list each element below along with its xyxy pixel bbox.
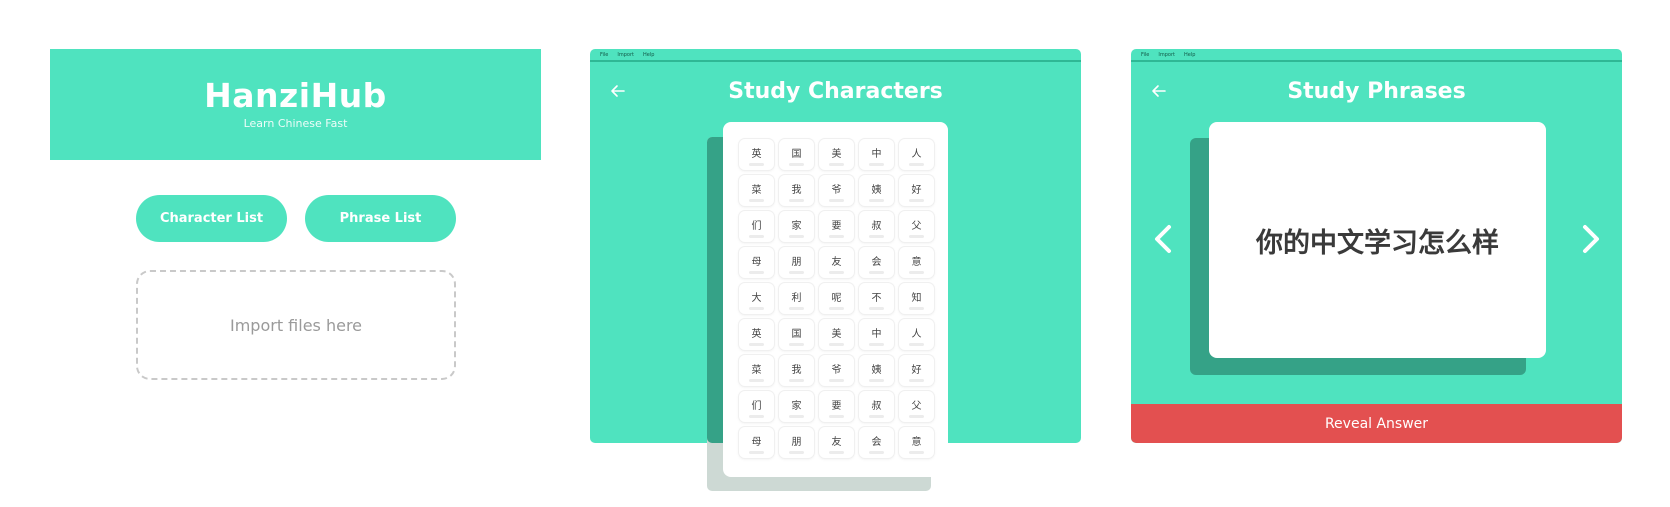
character-tile[interactable]: 会	[859, 427, 894, 458]
character-tile[interactable]: 叔	[859, 391, 894, 422]
character-tile[interactable]: 会	[859, 247, 894, 278]
study-characters-window: File Import Help Study Characters 英国美中人菜…	[590, 49, 1081, 491]
page-title: Study Characters	[728, 79, 943, 104]
import-dropzone[interactable]: Import files here	[136, 270, 456, 380]
character-tile[interactable]: 意	[899, 427, 934, 458]
page-title: Study Phrases	[1287, 79, 1466, 104]
character-tile[interactable]: 美	[819, 319, 854, 350]
chevron-left-icon[interactable]	[1151, 221, 1175, 257]
character-tile[interactable]: 不	[859, 283, 894, 314]
phrase-list-button[interactable]: Phrase List	[305, 195, 456, 242]
character-tile[interactable]: 友	[819, 427, 854, 458]
character-tile[interactable]: 菜	[739, 355, 774, 386]
character-tile[interactable]: 姨	[859, 355, 894, 386]
character-tile[interactable]: 利	[779, 283, 814, 314]
character-tile[interactable]: 家	[779, 391, 814, 422]
menubar: File Import Help	[590, 49, 1081, 62]
character-tile[interactable]: 中	[859, 139, 894, 170]
phrase-text: 你的中文学习怎么样	[1256, 227, 1499, 259]
character-tile[interactable]: 意	[899, 247, 934, 278]
character-tile[interactable]: 父	[899, 211, 934, 242]
character-tile[interactable]: 好	[899, 175, 934, 206]
character-tile[interactable]: 国	[779, 139, 814, 170]
chevron-right-icon[interactable]	[1579, 221, 1603, 257]
character-tile[interactable]: 我	[779, 355, 814, 386]
character-tile[interactable]: 要	[819, 211, 854, 242]
app-subtitle: Learn Chinese Fast	[243, 117, 348, 130]
character-tile[interactable]: 朋	[779, 247, 814, 278]
character-tile[interactable]: 中	[859, 319, 894, 350]
character-tile[interactable]: 母	[739, 247, 774, 278]
character-tile[interactable]: 们	[739, 391, 774, 422]
character-tile[interactable]: 英	[739, 139, 774, 170]
character-tile[interactable]: 人	[899, 139, 934, 170]
menu-import[interactable]: Import	[617, 52, 634, 58]
home-header: HanziHub Learn Chinese Fast	[50, 49, 541, 160]
character-tile[interactable]: 爷	[819, 175, 854, 206]
character-tile[interactable]: 姨	[859, 175, 894, 206]
character-tile[interactable]: 友	[819, 247, 854, 278]
character-tile[interactable]: 家	[779, 211, 814, 242]
character-tile[interactable]: 母	[739, 427, 774, 458]
menu-help[interactable]: Help	[643, 52, 654, 58]
menubar: File Import Help	[1131, 49, 1622, 62]
character-tile[interactable]: 美	[819, 139, 854, 170]
character-tile[interactable]: 知	[899, 283, 934, 314]
character-grid: 英国美中人菜我爷姨好们家要叔父母朋友会意大利呢不知英国美中人菜我爷姨好们家要叔父…	[723, 122, 948, 477]
character-tile[interactable]: 英	[739, 319, 774, 350]
character-tile[interactable]: 呢	[819, 283, 854, 314]
character-tile[interactable]: 菜	[739, 175, 774, 206]
character-tile[interactable]: 要	[819, 391, 854, 422]
menu-import[interactable]: Import	[1158, 52, 1175, 58]
character-list-button[interactable]: Character List	[136, 195, 287, 242]
study-phrases-window: File Import Help Study Phrases 你的中文学习怎么样…	[1131, 49, 1622, 443]
character-tile[interactable]: 爷	[819, 355, 854, 386]
character-tile[interactable]: 叔	[859, 211, 894, 242]
character-tile[interactable]: 国	[779, 319, 814, 350]
menu-file[interactable]: File	[1141, 52, 1149, 58]
character-tile[interactable]: 们	[739, 211, 774, 242]
menu-help[interactable]: Help	[1184, 52, 1195, 58]
import-dropzone-label: Import files here	[229, 315, 363, 335]
character-tile[interactable]: 朋	[779, 427, 814, 458]
character-tile[interactable]: 人	[899, 319, 934, 350]
character-tile[interactable]: 父	[899, 391, 934, 422]
menu-file[interactable]: File	[600, 52, 608, 58]
phrase-flashcard[interactable]: 你的中文学习怎么样	[1209, 122, 1546, 358]
home-screen: HanziHub Learn Chinese Fast Character Li…	[50, 49, 541, 380]
character-tile[interactable]: 我	[779, 175, 814, 206]
reveal-answer-button[interactable]: Reveal Answer	[1131, 404, 1622, 443]
character-tile[interactable]: 大	[739, 283, 774, 314]
app-title: HanziHub	[204, 76, 387, 115]
character-tile[interactable]: 好	[899, 355, 934, 386]
